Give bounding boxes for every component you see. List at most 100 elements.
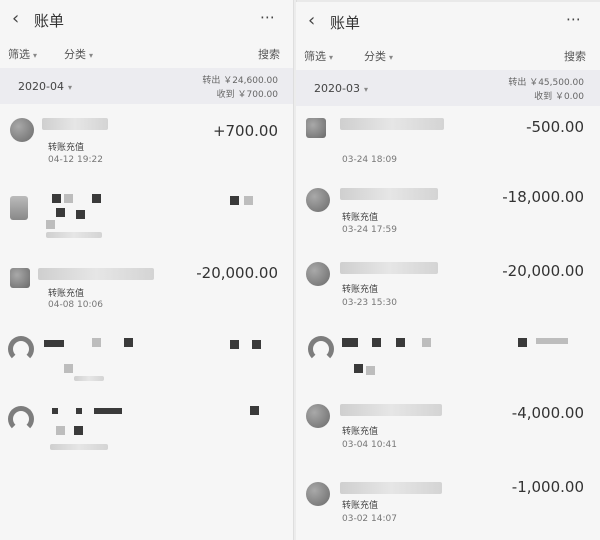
redaction-block xyxy=(64,194,73,203)
search-button[interactable]: 搜索 xyxy=(258,46,280,62)
category-label: 分类 xyxy=(364,50,386,63)
transaction-row[interactable]: 转账充值 03-23 15:30 -20,000.00 xyxy=(296,256,600,326)
transaction-amount: -1,000.00 xyxy=(511,478,584,496)
transaction-desc: 转账充值 xyxy=(48,143,85,153)
redaction-block xyxy=(76,408,82,414)
transaction-amount: -20,000.00 xyxy=(196,264,278,282)
filter-label: 筛选 xyxy=(304,50,326,63)
redaction-block xyxy=(46,220,55,229)
redaction-block xyxy=(354,364,363,373)
filter-bar: 筛选 ▾ 分类 ▾ 搜索 xyxy=(296,42,600,70)
page-title: 账单 xyxy=(34,12,65,30)
redaction-block xyxy=(230,340,239,349)
transaction-time: 03-02 14:07 xyxy=(342,514,397,524)
transaction-time: 03-24 18:09 xyxy=(342,155,397,165)
transaction-row[interactable] xyxy=(0,330,294,400)
redaction-block xyxy=(44,340,64,347)
avatar xyxy=(8,406,34,432)
transaction-amount: -18,000.00 xyxy=(502,188,584,206)
redacted-time xyxy=(74,376,104,381)
transaction-time: 03-04 10:41 xyxy=(342,440,397,450)
caret-down-icon: ▾ xyxy=(89,51,94,60)
month-summary: 2020-03 ▾ 转出 ￥45,500.00 收到 ￥0.00 xyxy=(296,70,600,106)
more-icon[interactable]: ⋯ xyxy=(566,10,582,28)
transaction-amount: +700.00 xyxy=(212,122,278,140)
spend-summary: 转出 ￥45,500.00 xyxy=(508,78,584,88)
transaction-desc: 转账充值 xyxy=(342,285,379,295)
transaction-desc: 转账充值 xyxy=(342,213,379,223)
transaction-row[interactable]: 03-24 18:09 -500.00 xyxy=(296,112,600,182)
transaction-amount: -4,000.00 xyxy=(511,404,584,422)
filter-button[interactable]: 筛选 ▾ xyxy=(304,48,333,64)
redaction-block xyxy=(94,408,122,414)
transaction-amount: -20,000.00 xyxy=(502,262,584,280)
redacted-time xyxy=(46,232,102,238)
avatar xyxy=(308,336,334,362)
avatar xyxy=(10,118,34,142)
avatar xyxy=(306,188,330,212)
filter-label: 筛选 xyxy=(8,48,30,61)
redaction-block xyxy=(92,338,101,347)
spend-summary: 转出 ￥24,600.00 xyxy=(202,76,278,86)
avatar xyxy=(306,118,326,138)
redacted-time xyxy=(50,444,108,450)
transaction-row[interactable] xyxy=(0,186,294,256)
transaction-row[interactable]: 转账充值 03-02 14:07 -1,000.00 xyxy=(296,476,600,540)
filter-button[interactable]: 筛选 ▾ xyxy=(8,46,37,62)
avatar xyxy=(10,196,28,220)
filter-bar: 筛选 ▾ 分类 ▾ 搜索 xyxy=(0,40,294,68)
income-summary: 收到 ￥0.00 xyxy=(534,92,584,102)
month-picker[interactable]: 2020-03 ▾ xyxy=(314,82,368,95)
top-bar: ‹ 账单 ⋯ xyxy=(296,2,600,42)
transaction-row[interactable] xyxy=(296,328,600,398)
redacted-name xyxy=(42,118,108,130)
avatar xyxy=(306,482,330,506)
redaction-block xyxy=(92,194,101,203)
transaction-desc: 转账充值 xyxy=(48,289,85,299)
bill-screen-left: ‹ 账单 ⋯ 筛选 ▾ 分类 ▾ 搜索 2020-04 ▾ 转出 ￥24,600.00… xyxy=(0,0,294,540)
month-label: 2020-03 xyxy=(314,82,360,95)
redaction-block xyxy=(74,426,83,435)
avatar xyxy=(306,262,330,286)
transaction-time: 04-12 19:22 xyxy=(48,155,103,165)
avatar xyxy=(8,336,34,362)
month-picker[interactable]: 2020-04 ▾ xyxy=(18,80,72,93)
transaction-row[interactable]: 转账充值 03-24 17:59 -18,000.00 xyxy=(296,182,600,252)
redaction-block xyxy=(52,408,58,414)
caret-down-icon: ▾ xyxy=(33,51,38,60)
transaction-desc: 转账充值 xyxy=(342,501,379,511)
income-summary: 收到 ￥700.00 xyxy=(216,90,278,100)
transaction-row[interactable]: 转账充值 04-12 19:22 +700.00 xyxy=(0,112,294,182)
transaction-row[interactable] xyxy=(0,400,294,470)
redaction-block xyxy=(342,338,358,347)
redaction-block xyxy=(230,196,239,205)
redaction-block xyxy=(536,338,568,344)
redaction-block xyxy=(244,196,253,205)
redaction-block xyxy=(250,406,259,415)
redaction-block xyxy=(518,338,527,347)
more-icon[interactable]: ⋯ xyxy=(260,8,276,26)
avatar xyxy=(10,268,30,288)
page-title: 账单 xyxy=(330,14,361,32)
redaction-block xyxy=(64,364,73,373)
search-button[interactable]: 搜索 xyxy=(564,48,586,64)
redaction-block xyxy=(372,338,381,347)
avatar xyxy=(306,404,330,428)
back-arrow-icon[interactable]: ‹ xyxy=(12,8,19,29)
back-arrow-icon[interactable]: ‹ xyxy=(308,10,315,31)
caret-down-icon: ▾ xyxy=(329,53,334,62)
bill-screen-right: ‹ 账单 ⋯ 筛选 ▾ 分类 ▾ 搜索 2020-03 ▾ 转出 ￥45,500.00… xyxy=(296,2,600,540)
caret-down-icon: ▾ xyxy=(389,53,394,62)
transaction-row[interactable]: 转账充值 03-04 10:41 -4,000.00 xyxy=(296,398,600,468)
transaction-time: 03-23 15:30 xyxy=(342,298,397,308)
caret-down-icon: ▾ xyxy=(67,83,72,92)
transaction-time: 03-24 17:59 xyxy=(342,225,397,235)
category-label: 分类 xyxy=(64,48,86,61)
category-button[interactable]: 分类 ▾ xyxy=(64,46,93,62)
redaction-block xyxy=(124,338,133,347)
redaction-block xyxy=(366,366,375,375)
redacted-name xyxy=(340,482,442,494)
transaction-row[interactable]: 转账充值 04-08 10:06 -20,000.00 xyxy=(0,262,294,332)
redacted-name xyxy=(340,118,444,130)
category-button[interactable]: 分类 ▾ xyxy=(364,48,393,64)
